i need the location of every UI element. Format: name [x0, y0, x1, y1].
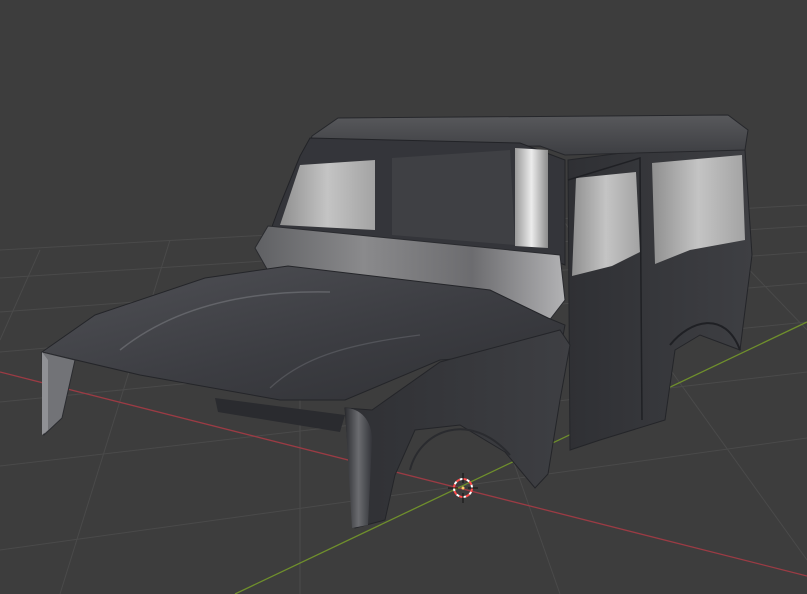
viewport-canvas[interactable] — [0, 0, 807, 594]
3d-cursor-icon — [448, 473, 478, 503]
car-body-mesh — [40, 114, 753, 529]
3d-viewport[interactable] — [0, 0, 807, 594]
windshield-center-opening — [392, 150, 515, 245]
a-pillar-highlight — [515, 148, 548, 248]
